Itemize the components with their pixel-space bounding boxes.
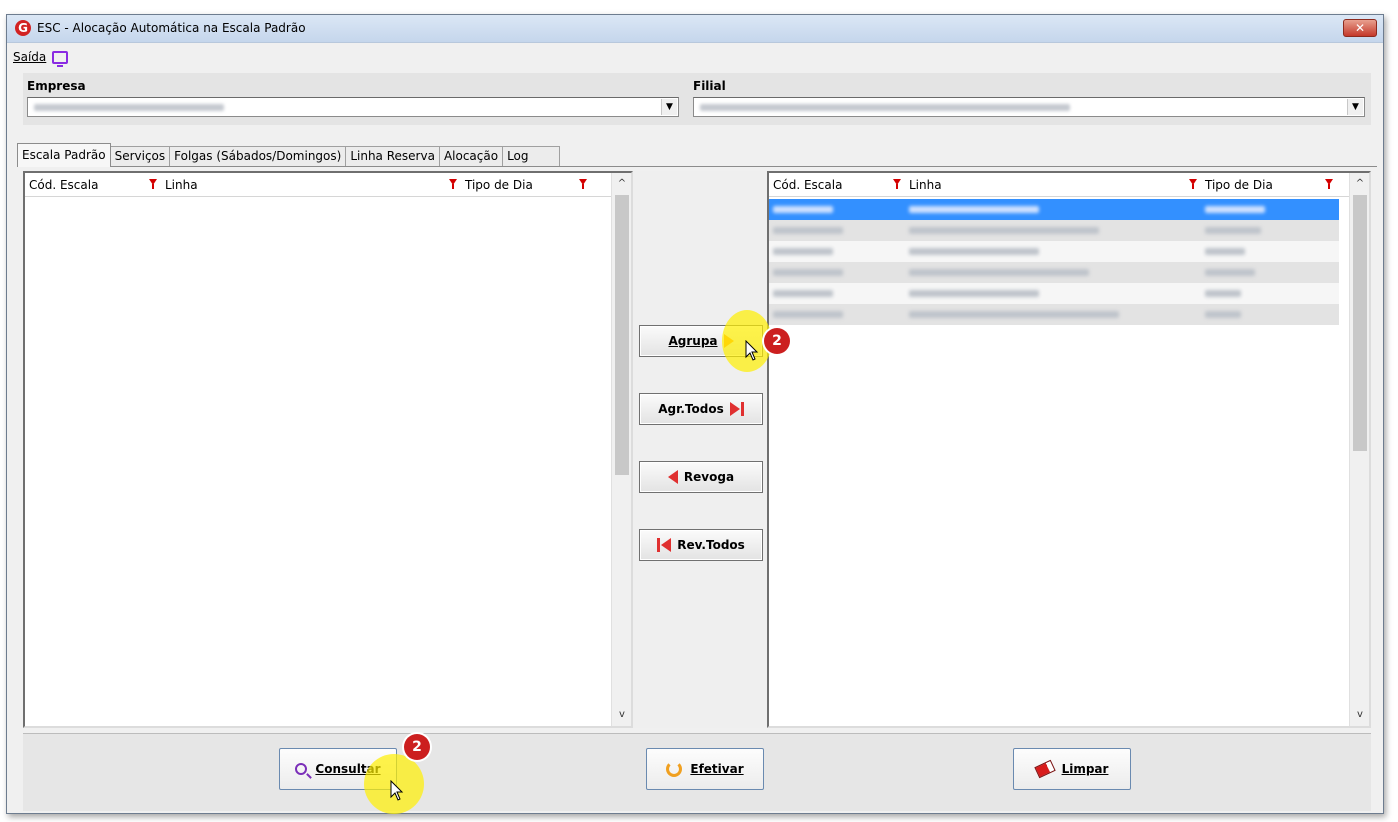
title-bar: G ESC - Alocação Automática na Escala Pa… [7,15,1383,43]
filter-icon[interactable] [149,179,157,189]
refresh-icon [666,761,683,777]
tab-folgas[interactable]: Folgas (Sábados/Domingos) [169,146,347,166]
tab-servicos[interactable]: Serviços [109,146,171,166]
company-select[interactable]: ▼ [27,97,679,117]
filter-icon[interactable] [449,179,457,189]
cell-redacted [909,248,1039,255]
cell-redacted [1205,269,1255,276]
chevron-down-icon[interactable]: v [1350,706,1370,724]
step-badge: 2 [764,328,790,354]
main-window: G ESC - Alocação Automática na Escala Pa… [6,14,1384,814]
filter-panel: Empresa ▼ Filial ▼ [23,73,1371,125]
right-scrollbar[interactable]: ^ v [1349,173,1369,726]
chevron-up-icon[interactable]: ^ [1350,175,1370,193]
arrow-left-end-icon [657,538,672,552]
chevron-up-icon[interactable]: ^ [612,175,632,193]
filter-icon[interactable] [1189,179,1197,189]
limpar-button[interactable]: Limpar [1013,748,1131,790]
limpar-label: Limpar [1061,762,1109,776]
company-value-redacted [34,104,224,111]
agr-todos-label: Agr.Todos [658,402,724,416]
cell-redacted [1205,248,1245,255]
revoga-button[interactable]: Revoga [639,461,763,493]
eraser-icon [1033,759,1056,779]
cursor-icon [745,340,759,361]
cell-redacted [773,206,833,213]
table-row[interactable] [769,304,1339,325]
table-row[interactable] [769,220,1339,241]
tab-alocacao[interactable]: Alocação [438,146,504,166]
cell-redacted [1205,290,1241,297]
left-grid-header: Cód. Escala Linha Tipo de Dia [25,173,611,197]
cell-redacted [1205,227,1261,234]
table-row[interactable] [769,199,1339,220]
table-row[interactable] [769,241,1339,262]
branch-label: Filial [693,79,726,93]
menu-bar: Saída [13,47,69,67]
cell-redacted [909,269,1089,276]
left-grid[interactable]: Cód. Escala Linha Tipo de Dia ^ v [23,171,633,728]
table-row[interactable] [769,283,1339,304]
action-bar: Consultar Efetivar Limpar [23,733,1371,811]
arrow-left-icon [667,470,678,484]
cell-redacted [773,248,833,255]
rev-todos-label: Rev.Todos [677,538,745,552]
col-tipo-de-dia[interactable]: Tipo de Dia [465,178,533,192]
cell-redacted [909,206,1039,213]
close-button[interactable]: ✕ [1343,19,1377,37]
col-cod-escala[interactable]: Cód. Escala [773,178,842,192]
chevron-down-icon[interactable]: ▼ [661,99,677,115]
efetivar-button[interactable]: Efetivar [646,748,764,790]
cell-redacted [909,311,1119,318]
cell-redacted [773,290,833,297]
arrow-right-end-icon [729,402,744,416]
efetivar-label: Efetivar [690,762,744,776]
agrupa-label: Agrupa [668,334,718,348]
search-icon [295,763,308,775]
col-cod-escala[interactable]: Cód. Escala [29,178,98,192]
col-tipo-de-dia[interactable]: Tipo de Dia [1205,178,1273,192]
app-logo-icon: G [15,20,31,36]
cell-redacted [1205,311,1241,318]
revoga-label: Revoga [683,470,735,484]
right-grid-header: Cód. Escala Linha Tipo de Dia [769,173,1349,197]
branch-value-redacted [700,104,1070,111]
step-badge: 2 [404,734,430,760]
cell-redacted [773,269,843,276]
chevron-down-icon[interactable]: v [612,706,632,724]
cursor-icon [390,780,404,801]
table-row[interactable] [769,262,1339,283]
filter-icon[interactable] [1325,179,1333,189]
cell-redacted [773,227,843,234]
monitor-icon[interactable] [52,50,69,67]
tab-bar: Escala Padrão Serviços Folgas (Sábados/D… [17,143,1377,167]
tab-escala-padrao[interactable]: Escala Padrão [17,143,111,167]
cell-redacted [909,227,1099,234]
window-title: ESC - Alocação Automática na Escala Padr… [37,21,306,35]
branch-select[interactable]: ▼ [693,97,1365,117]
scroll-thumb[interactable] [615,195,629,475]
cell-redacted [773,311,843,318]
menu-exit[interactable]: Saída [13,50,46,64]
chevron-down-icon[interactable]: ▼ [1347,99,1363,115]
transfer-panel: Agrupa Agr.Todos Revoga Rev.Todos [633,171,773,728]
filter-icon[interactable] [579,179,587,189]
col-linha[interactable]: Linha [909,178,942,192]
cell-redacted [1205,206,1265,213]
col-linha[interactable]: Linha [165,178,198,192]
left-scrollbar[interactable]: ^ v [611,173,631,726]
company-label: Empresa [27,79,86,93]
scroll-thumb[interactable] [1353,195,1367,451]
right-grid[interactable]: Cód. Escala Linha Tipo de Dia ^ v [767,171,1371,728]
tab-linha-reserva[interactable]: Linha Reserva [345,146,440,166]
filter-icon[interactable] [893,179,901,189]
cell-redacted [909,290,1039,297]
agr-todos-button[interactable]: Agr.Todos [639,393,763,425]
rev-todos-button[interactable]: Rev.Todos [639,529,763,561]
tab-log[interactable]: Log [502,146,560,166]
